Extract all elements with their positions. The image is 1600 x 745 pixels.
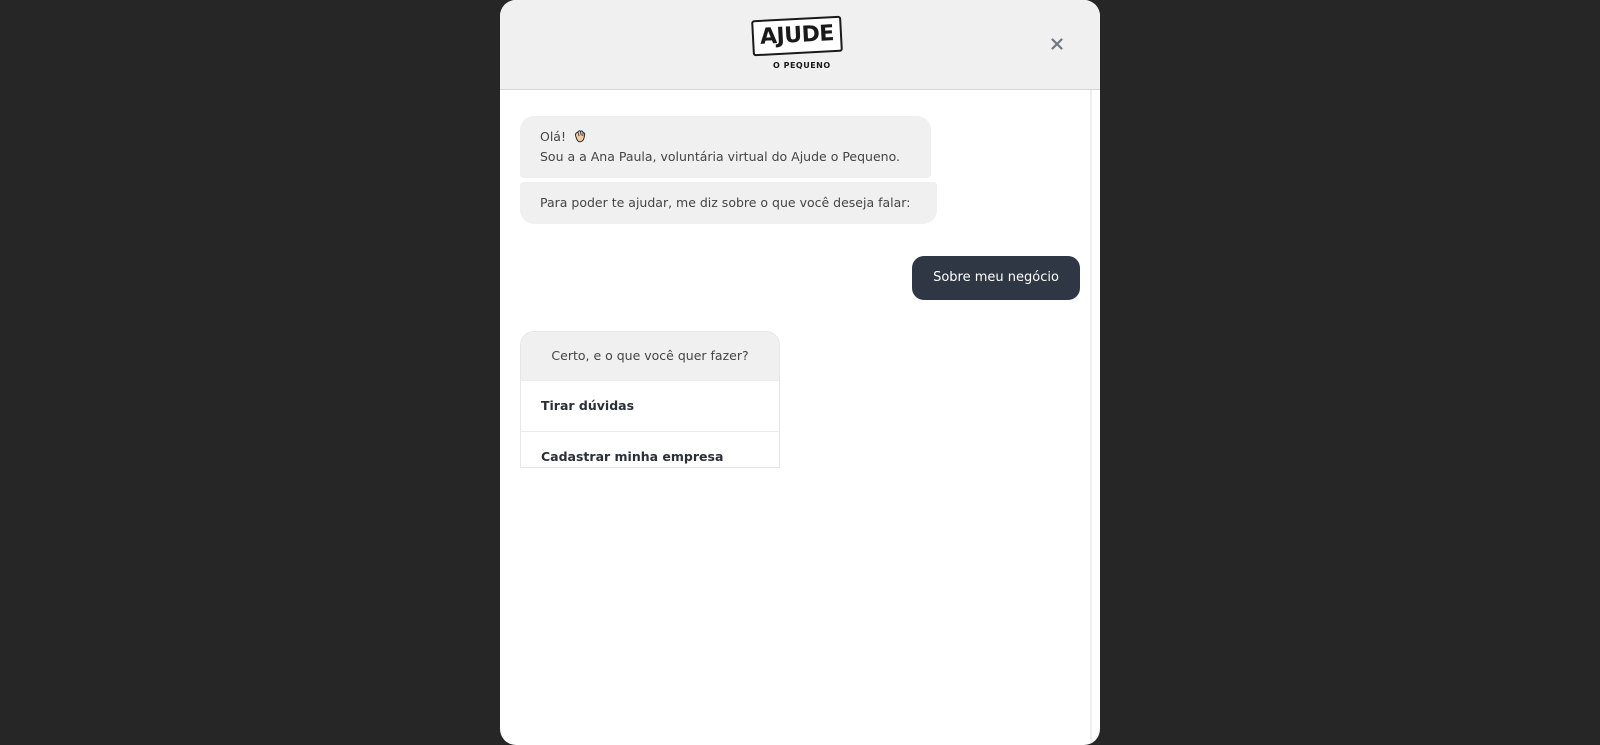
bot-message-prompt: Para poder te ajudar, me diz sobre o que… — [520, 182, 937, 224]
introduction-text: Sou a a Ana Paula, voluntária virtual do… — [540, 149, 900, 164]
chat-modal: AJUDE O PEQUENO Olá! Sou a a Ana Paula, … — [500, 0, 1100, 745]
option-cadastrar-empresa[interactable]: Cadastrar minha empresa — [521, 431, 779, 467]
quick-reply-question: Certo, e o que você quer fazer? — [521, 332, 779, 380]
greeting-text: Olá! — [540, 129, 566, 144]
user-message-text: Sobre meu negócio — [933, 270, 1059, 285]
user-message: Sobre meu negócio — [912, 256, 1080, 300]
chat-messages[interactable]: Olá! Sou a a Ana Paula, voluntária virtu… — [500, 90, 1100, 745]
waving-hand-icon — [574, 130, 586, 143]
quick-reply-card: Certo, e o que você quer fazer? Tirar dú… — [520, 331, 780, 468]
logo-word: AJUDE — [759, 21, 835, 50]
close-button[interactable] — [1047, 34, 1067, 54]
prompt-text: Para poder te ajudar, me diz sobre o que… — [540, 195, 911, 210]
logo-subtitle: O PEQUENO — [773, 61, 831, 70]
chat-header: AJUDE O PEQUENO — [500, 0, 1100, 90]
option-tirar-duvidas[interactable]: Tirar dúvidas — [521, 380, 779, 431]
close-icon — [1051, 38, 1063, 50]
scrollbar-track[interactable] — [1090, 90, 1092, 745]
logo-box: AJUDE — [751, 15, 843, 57]
bot-message-greeting: Olá! Sou a a Ana Paula, voluntária virtu… — [520, 116, 931, 178]
ajude-o-pequeno-logo: AJUDE O PEQUENO — [751, 15, 848, 74]
